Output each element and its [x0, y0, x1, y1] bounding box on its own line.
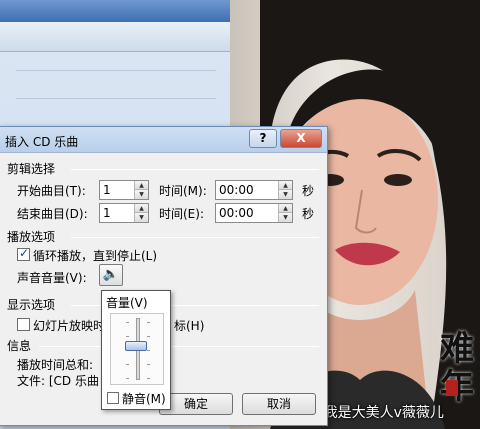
- slider-tick: [147, 350, 150, 351]
- volume-popup: 音量(V) 静音(M): [101, 290, 171, 410]
- start-time-value: 00:00: [219, 183, 254, 197]
- mute-label: 静音(M): [122, 392, 166, 406]
- spin-up-icon[interactable]: ▲: [135, 181, 148, 190]
- start-time-label: 时间(M):: [159, 184, 207, 198]
- start-track-spinner[interactable]: 1 ▲ ▼: [99, 180, 149, 200]
- spin-up-icon[interactable]: ▲: [279, 204, 292, 213]
- spin-down-icon[interactable]: ▼: [279, 213, 292, 222]
- dialog-title-bar[interactable]: 插入 CD 乐曲 ? X: [0, 127, 327, 153]
- hide-during-show-label: 幻灯片放映时: [33, 319, 106, 333]
- seal-stamp: [446, 380, 458, 396]
- slider-tick: [126, 364, 129, 365]
- section-divider: [71, 237, 319, 238]
- display-section-heading: 显示选项: [7, 298, 56, 312]
- app-ribbon: [0, 22, 230, 52]
- app-divider: [16, 70, 216, 71]
- hide-during-show-checkbox[interactable]: [17, 318, 30, 331]
- end-track-spinner[interactable]: 1 ▲ ▼: [99, 203, 149, 223]
- slider-tick: [126, 322, 129, 323]
- loop-checkbox[interactable]: [17, 246, 30, 261]
- slider-tick: [126, 378, 129, 379]
- end-time-spinner[interactable]: 00:00 ▲ ▼: [215, 203, 293, 223]
- volume-slider[interactable]: [110, 313, 164, 385]
- app-divider: [16, 98, 216, 99]
- spin-down-icon[interactable]: ▼: [135, 190, 148, 199]
- dialog-title: 插入 CD 乐曲: [5, 135, 79, 149]
- file-label: 文件: [CD 乐曲: [17, 374, 99, 388]
- slider-tick: [147, 322, 150, 323]
- cancel-button[interactable]: 取消: [242, 393, 316, 415]
- slider-tick: [147, 364, 150, 365]
- volume-popup-title: 音量(V): [106, 296, 148, 310]
- playback-section-heading: 播放选项: [7, 230, 56, 244]
- clip-section-heading: 剪辑选择: [7, 162, 56, 176]
- start-track-label: 开始曲目(T):: [17, 184, 86, 198]
- app-title-bar: [0, 0, 230, 22]
- section-divider: [39, 346, 319, 347]
- volume-label: 声音音量(V):: [17, 271, 87, 285]
- section-divider: [71, 169, 319, 170]
- info-section-heading: 信息: [7, 339, 32, 353]
- volume-slider-thumb[interactable]: [125, 341, 147, 352]
- start-time-spinner[interactable]: 00:00 ▲ ▼: [215, 180, 293, 200]
- spin-down-icon[interactable]: ▼: [135, 213, 148, 222]
- start-track-value: 1: [103, 183, 111, 197]
- help-button[interactable]: ?: [249, 129, 277, 148]
- end-track-value: 1: [103, 206, 111, 220]
- slider-tick: [147, 378, 150, 379]
- end-time-unit: 秒: [302, 207, 315, 221]
- spin-up-icon[interactable]: ▲: [135, 204, 148, 213]
- mute-checkbox[interactable]: [107, 392, 119, 404]
- speaker-icon: 🔈: [102, 267, 120, 282]
- close-button[interactable]: X: [280, 129, 322, 148]
- spin-up-icon[interactable]: ▲: [279, 181, 292, 190]
- slider-tick: [147, 336, 150, 337]
- start-time-unit: 秒: [302, 184, 315, 198]
- volume-button[interactable]: 🔈: [99, 264, 123, 286]
- end-time-value: 00:00: [219, 206, 254, 220]
- total-time-label: 播放时间总和:: [17, 358, 94, 372]
- slider-tick: [126, 336, 129, 337]
- hide-during-show-label-tail: 标(H): [174, 319, 205, 333]
- end-track-label: 结束曲目(D):: [17, 207, 88, 221]
- end-time-label: 时间(E):: [159, 207, 204, 221]
- loop-label: 循环播放，直到停止(L): [33, 249, 158, 263]
- spin-down-icon[interactable]: ▼: [279, 190, 292, 199]
